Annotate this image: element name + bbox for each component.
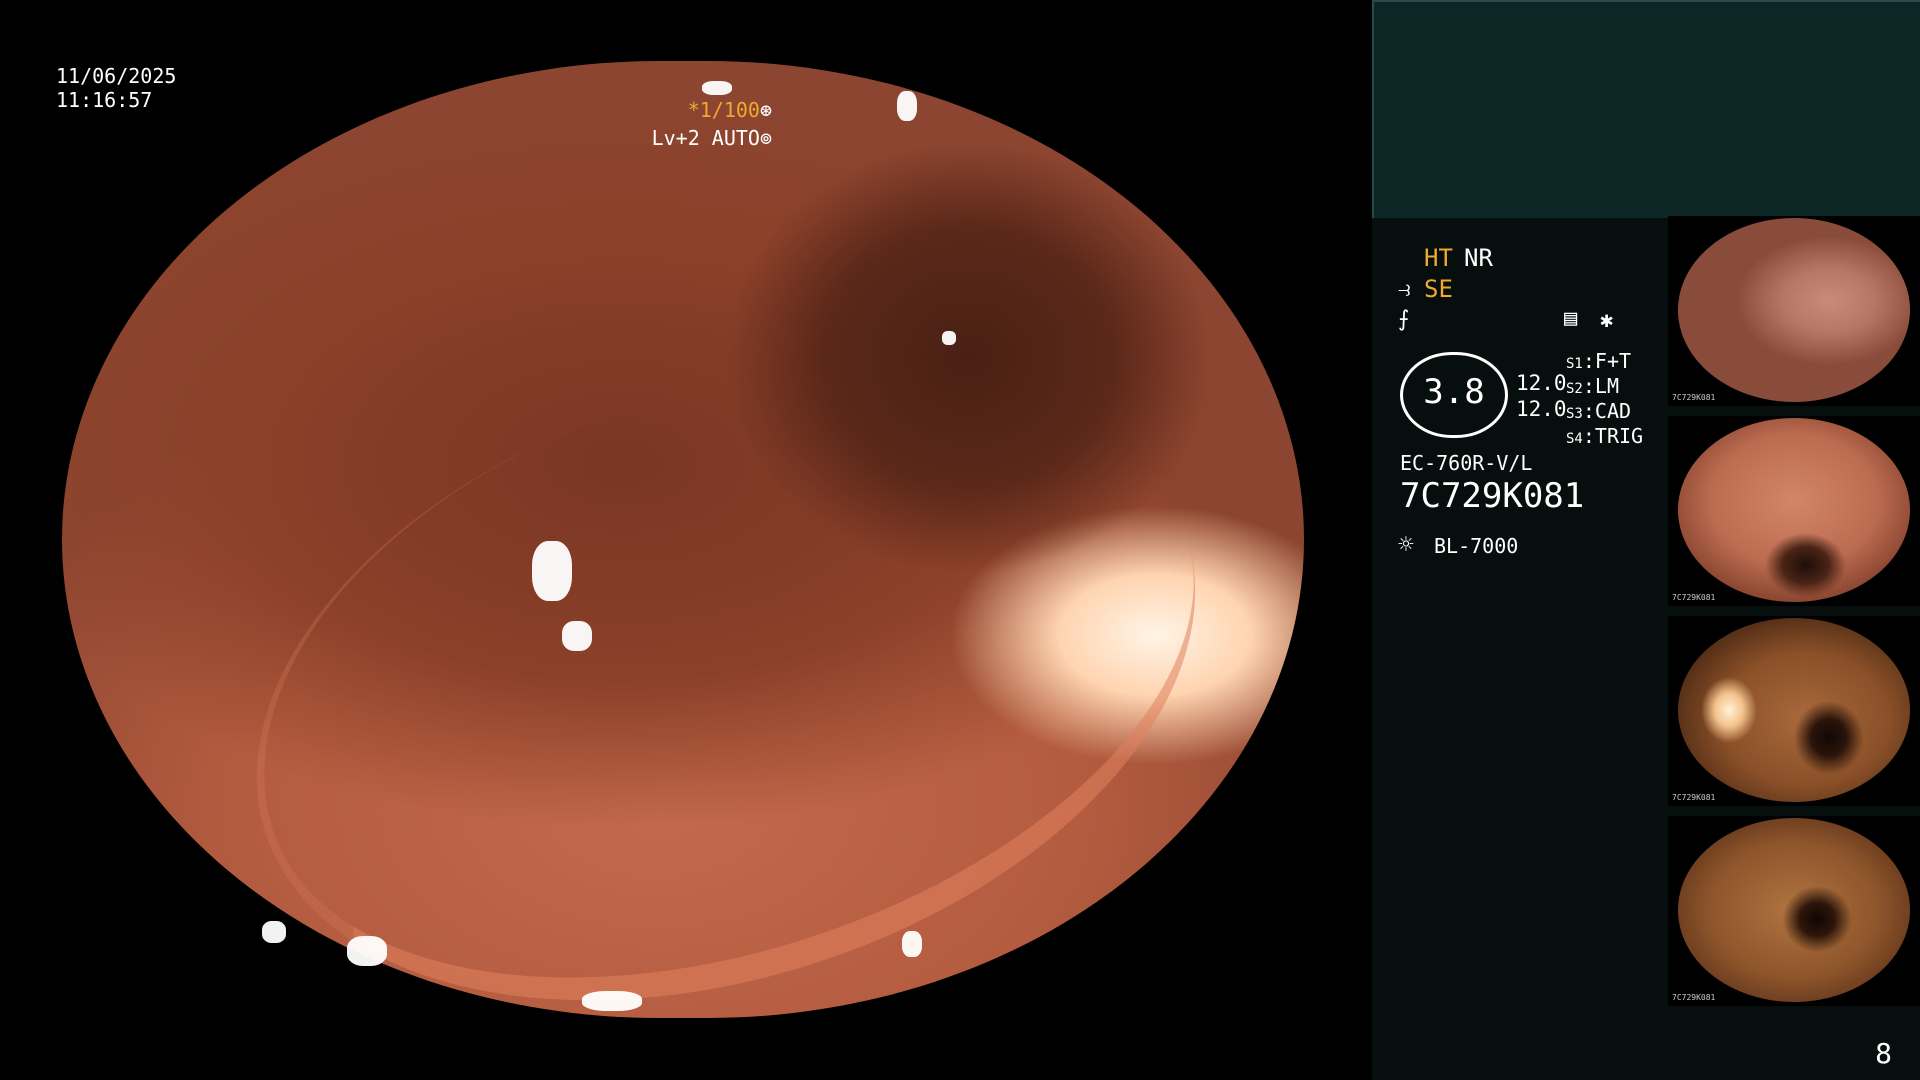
thumbnail-image [1678, 218, 1910, 402]
light-source-icon: ☼ [1398, 530, 1414, 560]
slot-value: CAD [1594, 399, 1632, 423]
gauge-value: 3.8 [1423, 372, 1485, 412]
thumbnail[interactable]: 7C729K081 [1668, 616, 1920, 806]
scope-tip-icon: ⥽ [1398, 277, 1411, 302]
specular-highlight [902, 931, 922, 957]
specular-highlight [347, 936, 387, 966]
specular-highlight [897, 91, 917, 121]
scope-model: EC-760R-V/L [1400, 451, 1533, 475]
slot-s2: S2:LM [1566, 374, 1619, 398]
aperture-icon: ⊚ [759, 126, 772, 150]
level-value: Lv+2 AUTO [651, 126, 760, 150]
thumbnail-label: 7C729K081 [1672, 393, 1716, 402]
thumbnail-image [1678, 618, 1910, 802]
specular-highlight [262, 921, 286, 943]
aperture-icon: ⊛ [759, 98, 772, 122]
thumbnail-label: 7C729K081 [1672, 793, 1716, 802]
record-icon: ▤ [1564, 306, 1578, 331]
panel-header-area [1372, 0, 1920, 218]
thumbnail[interactable]: 7C729K081 [1668, 216, 1920, 406]
specular-highlight [582, 991, 642, 1011]
page-number: 8 [1875, 1037, 1892, 1070]
mode-ht: HT [1424, 244, 1453, 272]
slot-key: S2 [1566, 381, 1583, 397]
level-readout: Lv+2 AUTO⊚ [652, 126, 772, 150]
mask-bottom [0, 1018, 1372, 1080]
specular-highlight [942, 331, 956, 345]
thumbnail-label: 7C729K081 [1672, 593, 1716, 602]
value-a: 12.0 [1516, 371, 1567, 395]
slot-key: S3 [1566, 406, 1583, 422]
thumbnail[interactable]: 7C729K081 [1668, 416, 1920, 606]
endoscopic-image [62, 61, 1304, 1018]
asterisk-icon: ✱ [1600, 308, 1614, 333]
slot-value: TRIG [1594, 424, 1644, 448]
slot-key: S4 [1566, 431, 1583, 447]
slot-value: F+T [1594, 349, 1632, 373]
mode-se: SE [1424, 275, 1453, 303]
date-readout: 11/06/2025 [56, 64, 177, 88]
specular-highlight [702, 81, 732, 95]
thumbnail-image [1678, 818, 1910, 1002]
mask-top [0, 0, 1372, 61]
value-b: 12.0 [1516, 397, 1567, 421]
thumbnail[interactable]: 7C729K081 [1668, 816, 1920, 1006]
time-readout: 11:16:57 [56, 88, 153, 112]
mucosal-fold [175, 255, 1277, 1018]
slot-value: LM [1594, 374, 1619, 398]
shutter-value: *1/100 [687, 98, 760, 122]
specular-highlight [562, 621, 592, 651]
slot-s4: S4:TRIG [1566, 424, 1644, 448]
light-source: BL-7000 [1434, 534, 1519, 558]
specular-highlight [532, 541, 572, 601]
freeze-icon: ⨍ [1398, 307, 1410, 332]
thumbnail-label: 7C729K081 [1672, 993, 1716, 1002]
slot-key: S1 [1566, 356, 1583, 372]
scope-serial: 7C729K081 [1400, 476, 1585, 516]
endoscope-view: 11/06/2025 11:16:57 *1/100⊛ Lv+2 AUTO⊚ [0, 0, 1372, 1080]
slot-s3: S3:CAD [1566, 399, 1632, 423]
shutter-readout: *1/100⊛ [688, 98, 772, 122]
thumbnail-image [1678, 418, 1910, 602]
mode-nr: NR [1464, 244, 1493, 272]
slot-s1: S1:F+T [1566, 349, 1632, 373]
